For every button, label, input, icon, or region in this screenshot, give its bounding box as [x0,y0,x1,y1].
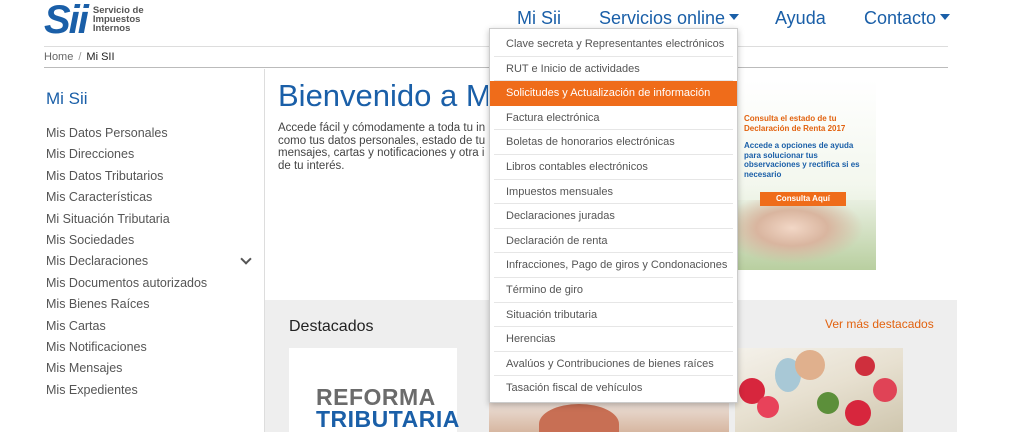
sidebar: Mi Sii Mis Datos Personales Mis Direccio… [0,69,265,432]
ver-mas-destacados-link[interactable]: Ver más destacados [825,317,934,331]
menu-item-factura-electronica[interactable]: Factura electrónica [494,106,733,131]
flower-decoration [873,378,897,402]
sidebar-menu: Mis Datos Personales Mis Direcciones Mis… [46,123,207,401]
promo-photo [736,200,876,270]
menu-item-termino-giro[interactable]: Término de giro [494,278,733,303]
menu-item-solicitudes[interactable]: Solicitudes y Actualización de informaci… [490,81,737,106]
promo-banner[interactable]: Consulta el estado de tu Declaración de … [736,80,876,270]
person-photo [795,350,825,380]
breadcrumb-current: Mi SII [86,51,115,63]
reforma-line-2: TRIBUTARIA [316,406,460,432]
sidebar-item-sociedades[interactable]: Mis Sociedades [46,230,207,251]
menu-item-infracciones[interactable]: Infracciones, Pago de giros y Condonacio… [494,253,733,278]
nav-mi-sii[interactable]: Mi Sii [517,8,561,28]
sidebar-item-caracteristicas[interactable]: Mis Características [46,187,207,208]
sidebar-item-notificaciones[interactable]: Mis Notificaciones [46,337,207,358]
breadcrumb-home[interactable]: Home [44,51,73,63]
breadcrumb-separator: / [78,51,82,63]
flower-decoration [845,400,871,426]
nav-servicios-label: Servicios online [599,8,726,28]
page-title: Bienvenido a M [278,78,488,113]
sidebar-item-datos-personales[interactable]: Mis Datos Personales [46,123,207,144]
menu-item-declaracion-renta[interactable]: Declaración de renta [494,229,733,254]
sidebar-item-situacion-tributaria[interactable]: Mi Situación Tributaria [46,209,207,230]
sidebar-item-cartas[interactable]: Mis Cartas [46,316,207,337]
menu-item-rut-inicio[interactable]: RUT e Inicio de actividades [494,57,733,82]
nav-servicios-online[interactable]: Servicios online [599,8,740,28]
sidebar-item-datos-tributarios[interactable]: Mis Datos Tributarios [46,166,207,187]
sidebar-item-expedientes[interactable]: Mis Expedientes [46,380,207,401]
menu-item-avaluos[interactable]: Avalúos y Contribuciones de bienes raíce… [494,352,733,377]
reforma-tributaria-card[interactable]: REFORMA TRIBUTARIA [289,348,460,432]
sidebar-item-bienes-raices[interactable]: Mis Bienes Raíces [46,294,207,315]
menu-item-herencias[interactable]: Herencias [494,327,733,352]
main-nav: Mi Sii Servicios online Ayuda Contacto [0,8,1024,30]
chevron-down-icon[interactable] [240,253,252,265]
sidebar-item-direcciones[interactable]: Mis Direcciones [46,144,207,165]
nav-contacto-label: Contacto [864,8,937,28]
sidebar-title: Mi Sii [46,89,88,108]
caret-down-icon [940,14,951,21]
person-photo [539,404,619,432]
sidebar-item-mensajes[interactable]: Mis Mensajes [46,358,207,379]
leaf-decoration [817,392,839,414]
menu-item-declaraciones-juradas[interactable]: Declaraciones juradas [494,204,733,229]
promo-headline: Consulta el estado de tu Declaración de … [744,114,846,133]
servicios-online-dropdown: Clave secreta y Representantes electróni… [489,28,738,403]
consulta-aqui-button[interactable]: Consulta Aquí [760,192,846,206]
florist-photo-card[interactable] [735,348,903,432]
nav-contacto[interactable]: Contacto [864,8,951,28]
destacados-title: Destacados [289,318,374,335]
sidebar-item-declaraciones[interactable]: Mis Declaraciones [46,251,207,272]
nav-ayuda[interactable]: Ayuda [775,8,826,28]
flower-decoration [855,356,875,376]
menu-item-situacion-tributaria[interactable]: Situación tributaria [494,303,733,328]
promo-body: Accede a opciones de ayuda para solucion… [744,141,860,179]
flower-decoration [757,396,779,418]
intro-text: Accede fácil y cómodamente a toda tu in … [278,122,486,172]
menu-item-clave-secreta[interactable]: Clave secreta y Representantes electróni… [494,32,733,57]
menu-item-impuestos-mensuales[interactable]: Impuestos mensuales [494,180,733,205]
menu-item-tasacion-vehiculos[interactable]: Tasación fiscal de vehículos [494,376,733,401]
caret-down-icon [729,14,740,21]
menu-item-libros-contables[interactable]: Libros contables electrónicos [494,155,733,180]
menu-item-boletas-honorarios[interactable]: Boletas de honorarios electrónicas [494,130,733,155]
sidebar-item-documentos-autorizados[interactable]: Mis Documentos autorizados [46,273,207,294]
